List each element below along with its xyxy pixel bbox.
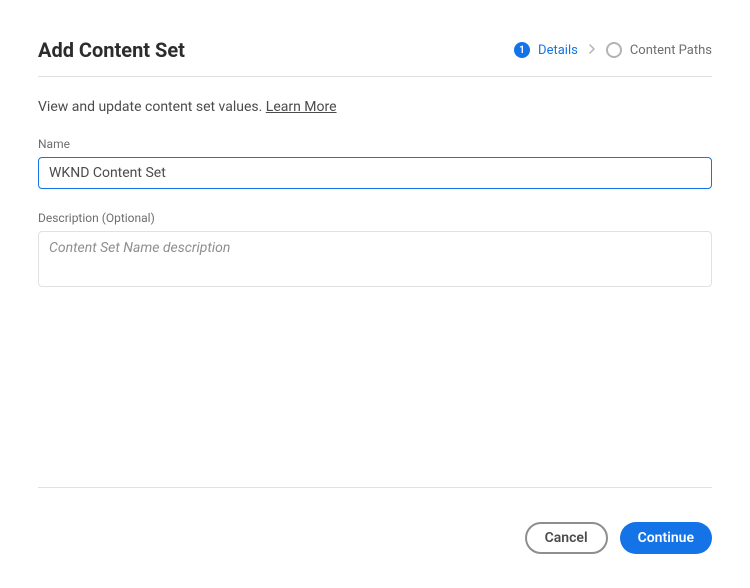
- step-number-icon: 1: [514, 42, 530, 58]
- description-input[interactable]: [38, 231, 712, 287]
- step-circle-icon: [606, 42, 622, 58]
- page-title: Add Content Set: [38, 38, 185, 62]
- name-input[interactable]: [38, 157, 712, 189]
- wizard-stepper: 1 Details Content Paths: [514, 42, 712, 58]
- chevron-right-icon: [588, 43, 596, 57]
- cancel-button[interactable]: Cancel: [525, 522, 608, 554]
- step-label: Content Paths: [630, 43, 712, 58]
- intro-text-content: View and update content set values.: [38, 99, 266, 115]
- step-label: Details: [538, 43, 578, 58]
- step-content-paths[interactable]: Content Paths: [606, 42, 712, 58]
- description-label: Description (Optional): [38, 211, 712, 225]
- continue-button[interactable]: Continue: [620, 522, 712, 554]
- footer-divider: [38, 487, 712, 488]
- intro-text: View and update content set values. Lear…: [38, 99, 712, 115]
- name-label: Name: [38, 137, 712, 151]
- learn-more-link[interactable]: Learn More: [266, 99, 337, 115]
- step-details[interactable]: 1 Details: [514, 42, 578, 58]
